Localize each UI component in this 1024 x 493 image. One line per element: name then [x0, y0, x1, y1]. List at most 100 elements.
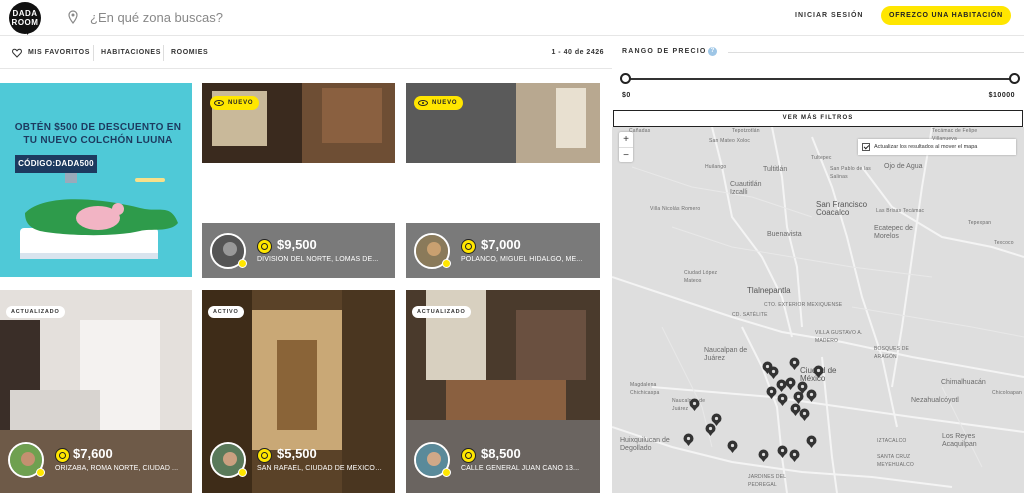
promo-code: CÓDIGO:DADA500 — [15, 155, 97, 173]
listing-card[interactable]: NUEVO $9,500 DIVISIÓN DEL NORTE, LOMAS D… — [202, 83, 395, 278]
price-coin-icon — [55, 448, 70, 463]
listing-card[interactable]: ACTUALIZADO $7,600 ORIZABA, ROMA NORTE, … — [0, 290, 192, 493]
listing-address: SAN RAFAEL, CIUDAD DE MÉXICO, ... — [257, 465, 382, 472]
map-pin-icon[interactable] — [788, 357, 801, 370]
price-max-value: $10000 — [988, 92, 1015, 99]
map-pin-icon[interactable] — [788, 449, 801, 462]
map-pin-icon[interactable] — [682, 433, 695, 446]
mattress-crocodile-illustration — [20, 173, 178, 259]
divider — [163, 45, 164, 61]
top-header: DADAROOM INICIAR SESIÓN OFREZCO UNA HABI… — [0, 0, 1024, 36]
listing-address: DIVISIÓN DEL NORTE, LOMAS DE... — [257, 256, 379, 263]
price-coin-icon — [257, 448, 272, 463]
map-pin-icon[interactable] — [767, 366, 780, 379]
status-badge: NUEVO — [414, 96, 464, 110]
map-label: Cuautitlán Izcalli — [730, 181, 762, 196]
map-label: IZTACALCO — [877, 438, 907, 444]
filters-map-panel: RANGO DE PRECIO ? $0 $10000 VER MÁS FILT… — [612, 37, 1024, 493]
listing-price: $7,000 — [481, 237, 521, 252]
update-on-move-label: Actualizar los resultados al mover el ma… — [874, 144, 978, 150]
tab-rooms[interactable]: HABITACIONES — [101, 49, 161, 56]
map-label: Magdalena Chichicaspa — [630, 382, 660, 396]
promo-banner[interactable]: OBTÉN $500 DE DESCUENTO EN TU NUEVO COLC… — [0, 83, 192, 277]
location-pin-icon — [68, 10, 78, 24]
map-label: BOSQUES DE ARAGÓN — [874, 346, 910, 360]
map-label: SANTA CRUZ MEYEHUALCO — [877, 454, 915, 468]
eye-icon — [214, 100, 224, 106]
promo-title: OBTÉN $500 DE DESCUENTO EN TU NUEVO COLC… — [14, 122, 182, 146]
map-pin-icon[interactable] — [812, 365, 825, 378]
search-input[interactable] — [90, 9, 490, 25]
map-label: Villa Nicolás Romero — [650, 206, 701, 212]
listing-price: $9,500 — [277, 237, 317, 252]
price-range-label: RANGO DE PRECIO — [622, 48, 707, 55]
price-coin-icon — [461, 239, 476, 254]
map-label: Chimalhuacán — [941, 379, 986, 386]
map-label: Texcoco — [994, 240, 1014, 246]
map-label: San Mateo Xoloc — [709, 138, 751, 144]
offer-room-button[interactable]: OFREZCO UNA HABITACIÓN — [881, 6, 1011, 25]
verified-badge-icon — [238, 259, 247, 268]
listing-card[interactable]: ACTUALIZADO $8,500 CALLE GENERAL JUAN CA… — [406, 290, 600, 493]
map-label: Huilango — [705, 164, 727, 170]
checkbox-checked-icon[interactable] — [862, 143, 870, 151]
listing-address: CALLE GENERAL JUAN CANO 13... — [461, 465, 580, 472]
more-filters-button[interactable]: VER MÁS FILTROS — [613, 110, 1023, 127]
map-label: CD. SATÉLITE — [732, 312, 768, 318]
dada-room-logo[interactable]: DADA ROOM — [9, 2, 41, 35]
map-label: Tepotzotlán — [732, 128, 760, 134]
tab-roomies[interactable]: ROOMIES — [171, 49, 208, 56]
map-zoom-control: + − — [619, 132, 633, 162]
map-label: CTO. EXTERIOR MEXIQUENSE — [764, 302, 843, 308]
map-label: VILLA GUSTAVO A. MADERO — [815, 330, 863, 344]
listing-price: $8,500 — [481, 446, 521, 461]
listing-card[interactable]: NUEVO $7,000 POLANCO, MIGUEL HIDALGO, MÉ… — [406, 83, 600, 278]
map-label: Tlalnepantla — [747, 286, 791, 295]
listing-card[interactable]: ACTIVO $5,500 SAN RAFAEL, CIUDAD DE MÉXI… — [202, 290, 395, 493]
price-coin-icon — [461, 448, 476, 463]
divider — [93, 45, 94, 61]
favorites-link[interactable]: MIS FAVORITOS — [28, 49, 90, 56]
status-badge: ACTUALIZADO — [6, 306, 65, 318]
map-label: Chicoloapan — [992, 390, 1022, 396]
map-label: Ecatepec de Morelos — [874, 225, 913, 240]
map-label: Tultitlán — [763, 166, 788, 173]
divider — [728, 52, 1024, 53]
verified-badge-icon — [442, 259, 451, 268]
price-slider-max-handle[interactable] — [1009, 73, 1020, 84]
zoom-out-button[interactable]: − — [619, 147, 633, 162]
price-slider-track[interactable] — [626, 78, 1015, 80]
map-label: Tepexpan — [968, 220, 992, 226]
listing-price: $5,500 — [277, 446, 317, 461]
login-link[interactable]: INICIAR SESIÓN — [795, 12, 863, 19]
verified-badge-icon — [442, 468, 451, 477]
map-pin-icon[interactable] — [726, 440, 739, 453]
map-label: Buenavista — [767, 231, 802, 238]
status-badge: NUEVO — [210, 96, 260, 110]
status-badge: ACTUALIZADO — [412, 306, 471, 318]
map-label: Tultepec — [811, 155, 832, 161]
price-slider-min-handle[interactable] — [620, 73, 631, 84]
map-label: Los Reyes Acaquilpan — [942, 433, 977, 448]
heart-icon — [12, 48, 22, 58]
map-pin-icon[interactable] — [688, 398, 701, 411]
map-pin-icon[interactable] — [798, 408, 811, 421]
map-pin-icon[interactable] — [757, 449, 770, 462]
map-label: Tecámac de Felipe Villanueva — [932, 128, 978, 142]
listing-address: POLANCO, MIGUEL HIDALGO, MÉ... — [461, 256, 583, 263]
eye-icon — [418, 100, 428, 106]
listing-price: $7,600 — [73, 446, 113, 461]
map-pin-icon[interactable] — [805, 389, 818, 402]
map-view[interactable]: + − Actualizar los resultados al mover e… — [612, 127, 1024, 493]
map-label: Cañadas — [629, 128, 651, 134]
map-pin-icon[interactable] — [776, 393, 789, 406]
map-label: JARDINES DEL PEDREGAL — [748, 474, 787, 488]
map-label: Ciudad López Mateos — [684, 270, 718, 284]
search-bar[interactable] — [66, 6, 566, 28]
status-badge: ACTIVO — [208, 306, 244, 318]
listings-grid: OBTÉN $500 DE DESCUENTO EN TU NUEVO COLC… — [0, 70, 612, 493]
map-pin-icon[interactable] — [704, 423, 717, 436]
price-min-value: $0 — [622, 92, 631, 99]
map-pin-icon[interactable] — [805, 435, 818, 448]
help-icon[interactable]: ? — [708, 47, 717, 56]
